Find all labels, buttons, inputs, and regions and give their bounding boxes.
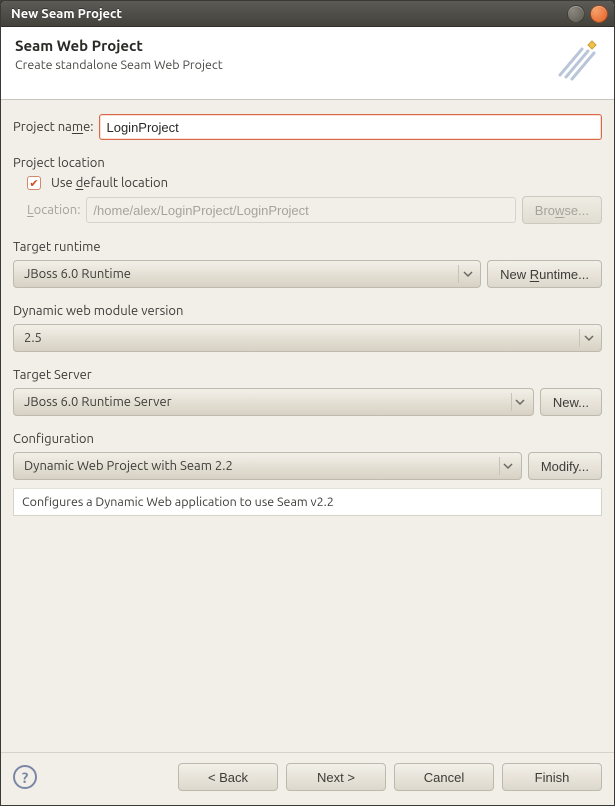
chevron-down-icon — [458, 265, 476, 283]
web-module-value: 2.5 — [24, 331, 573, 345]
footer-buttons: < Back Next > Cancel Finish — [178, 763, 602, 791]
banner-title: Seam Web Project — [15, 37, 223, 54]
finish-button[interactable]: Finish — [502, 763, 602, 791]
cancel-button[interactable]: Cancel — [394, 763, 494, 791]
configuration-title: Configuration — [13, 432, 602, 446]
location-input — [86, 197, 515, 223]
modify-button[interactable]: Modify... — [528, 452, 602, 480]
content-area: Project name: Project location ✔ Use def… — [1, 100, 614, 752]
target-server-title: Target Server — [13, 368, 602, 382]
configuration-select[interactable]: Dynamic Web Project with Seam 2.2 — [13, 452, 522, 480]
browse-button: Browse... — [522, 196, 602, 224]
help-icon[interactable]: ? — [13, 765, 37, 789]
footer: ? < Back Next > Cancel Finish — [1, 752, 614, 805]
minimize-icon[interactable] — [567, 5, 585, 23]
use-default-checkbox[interactable]: ✔ — [27, 176, 41, 190]
web-module-title: Dynamic web module version — [13, 304, 602, 318]
location-row: Location: Browse... — [13, 196, 602, 224]
target-runtime-value: JBoss 6.0 Runtime — [24, 267, 452, 281]
back-button[interactable]: < Back — [178, 763, 278, 791]
target-runtime-select[interactable]: JBoss 6.0 Runtime — [13, 260, 481, 288]
target-server-value: JBoss 6.0 Runtime Server — [24, 395, 505, 409]
titlebar[interactable]: New Seam Project — [1, 1, 614, 27]
new-server-button[interactable]: New... — [540, 388, 602, 416]
use-default-label: Use default location — [51, 176, 168, 190]
configuration-value: Dynamic Web Project with Seam 2.2 — [24, 459, 493, 473]
banner: Seam Web Project Create standalone Seam … — [1, 27, 614, 100]
project-name-row: Project name: — [13, 114, 602, 140]
target-runtime-row: JBoss 6.0 Runtime New Runtime... — [13, 260, 602, 288]
dialog-window: New Seam Project Seam Web Project Create… — [0, 0, 615, 806]
location-label: Location: — [27, 203, 80, 217]
banner-text: Seam Web Project Create standalone Seam … — [15, 37, 223, 72]
next-button[interactable]: Next > — [286, 763, 386, 791]
project-location-title: Project location — [13, 156, 602, 170]
configuration-row: Dynamic Web Project with Seam 2.2 Modify… — [13, 452, 602, 480]
target-server-select[interactable]: JBoss 6.0 Runtime Server — [13, 388, 534, 416]
chevron-down-icon — [579, 329, 597, 347]
chevron-down-icon — [511, 393, 529, 411]
new-runtime-button[interactable]: New Runtime... — [487, 260, 602, 288]
close-icon[interactable] — [590, 5, 608, 23]
seam-icon — [552, 37, 600, 85]
window-title: New Seam Project — [11, 7, 562, 21]
web-module-row: 2.5 — [13, 324, 602, 352]
spacer — [13, 522, 602, 738]
banner-subtitle: Create standalone Seam Web Project — [15, 58, 223, 72]
configuration-description: Configures a Dynamic Web application to … — [13, 488, 602, 516]
chevron-down-icon — [499, 457, 517, 475]
web-module-select[interactable]: 2.5 — [13, 324, 602, 352]
project-name-input[interactable] — [99, 114, 602, 140]
project-name-label: Project name: — [13, 120, 93, 134]
target-server-row: JBoss 6.0 Runtime Server New... — [13, 388, 602, 416]
target-runtime-title: Target runtime — [13, 240, 602, 254]
use-default-row: ✔ Use default location — [13, 176, 602, 190]
